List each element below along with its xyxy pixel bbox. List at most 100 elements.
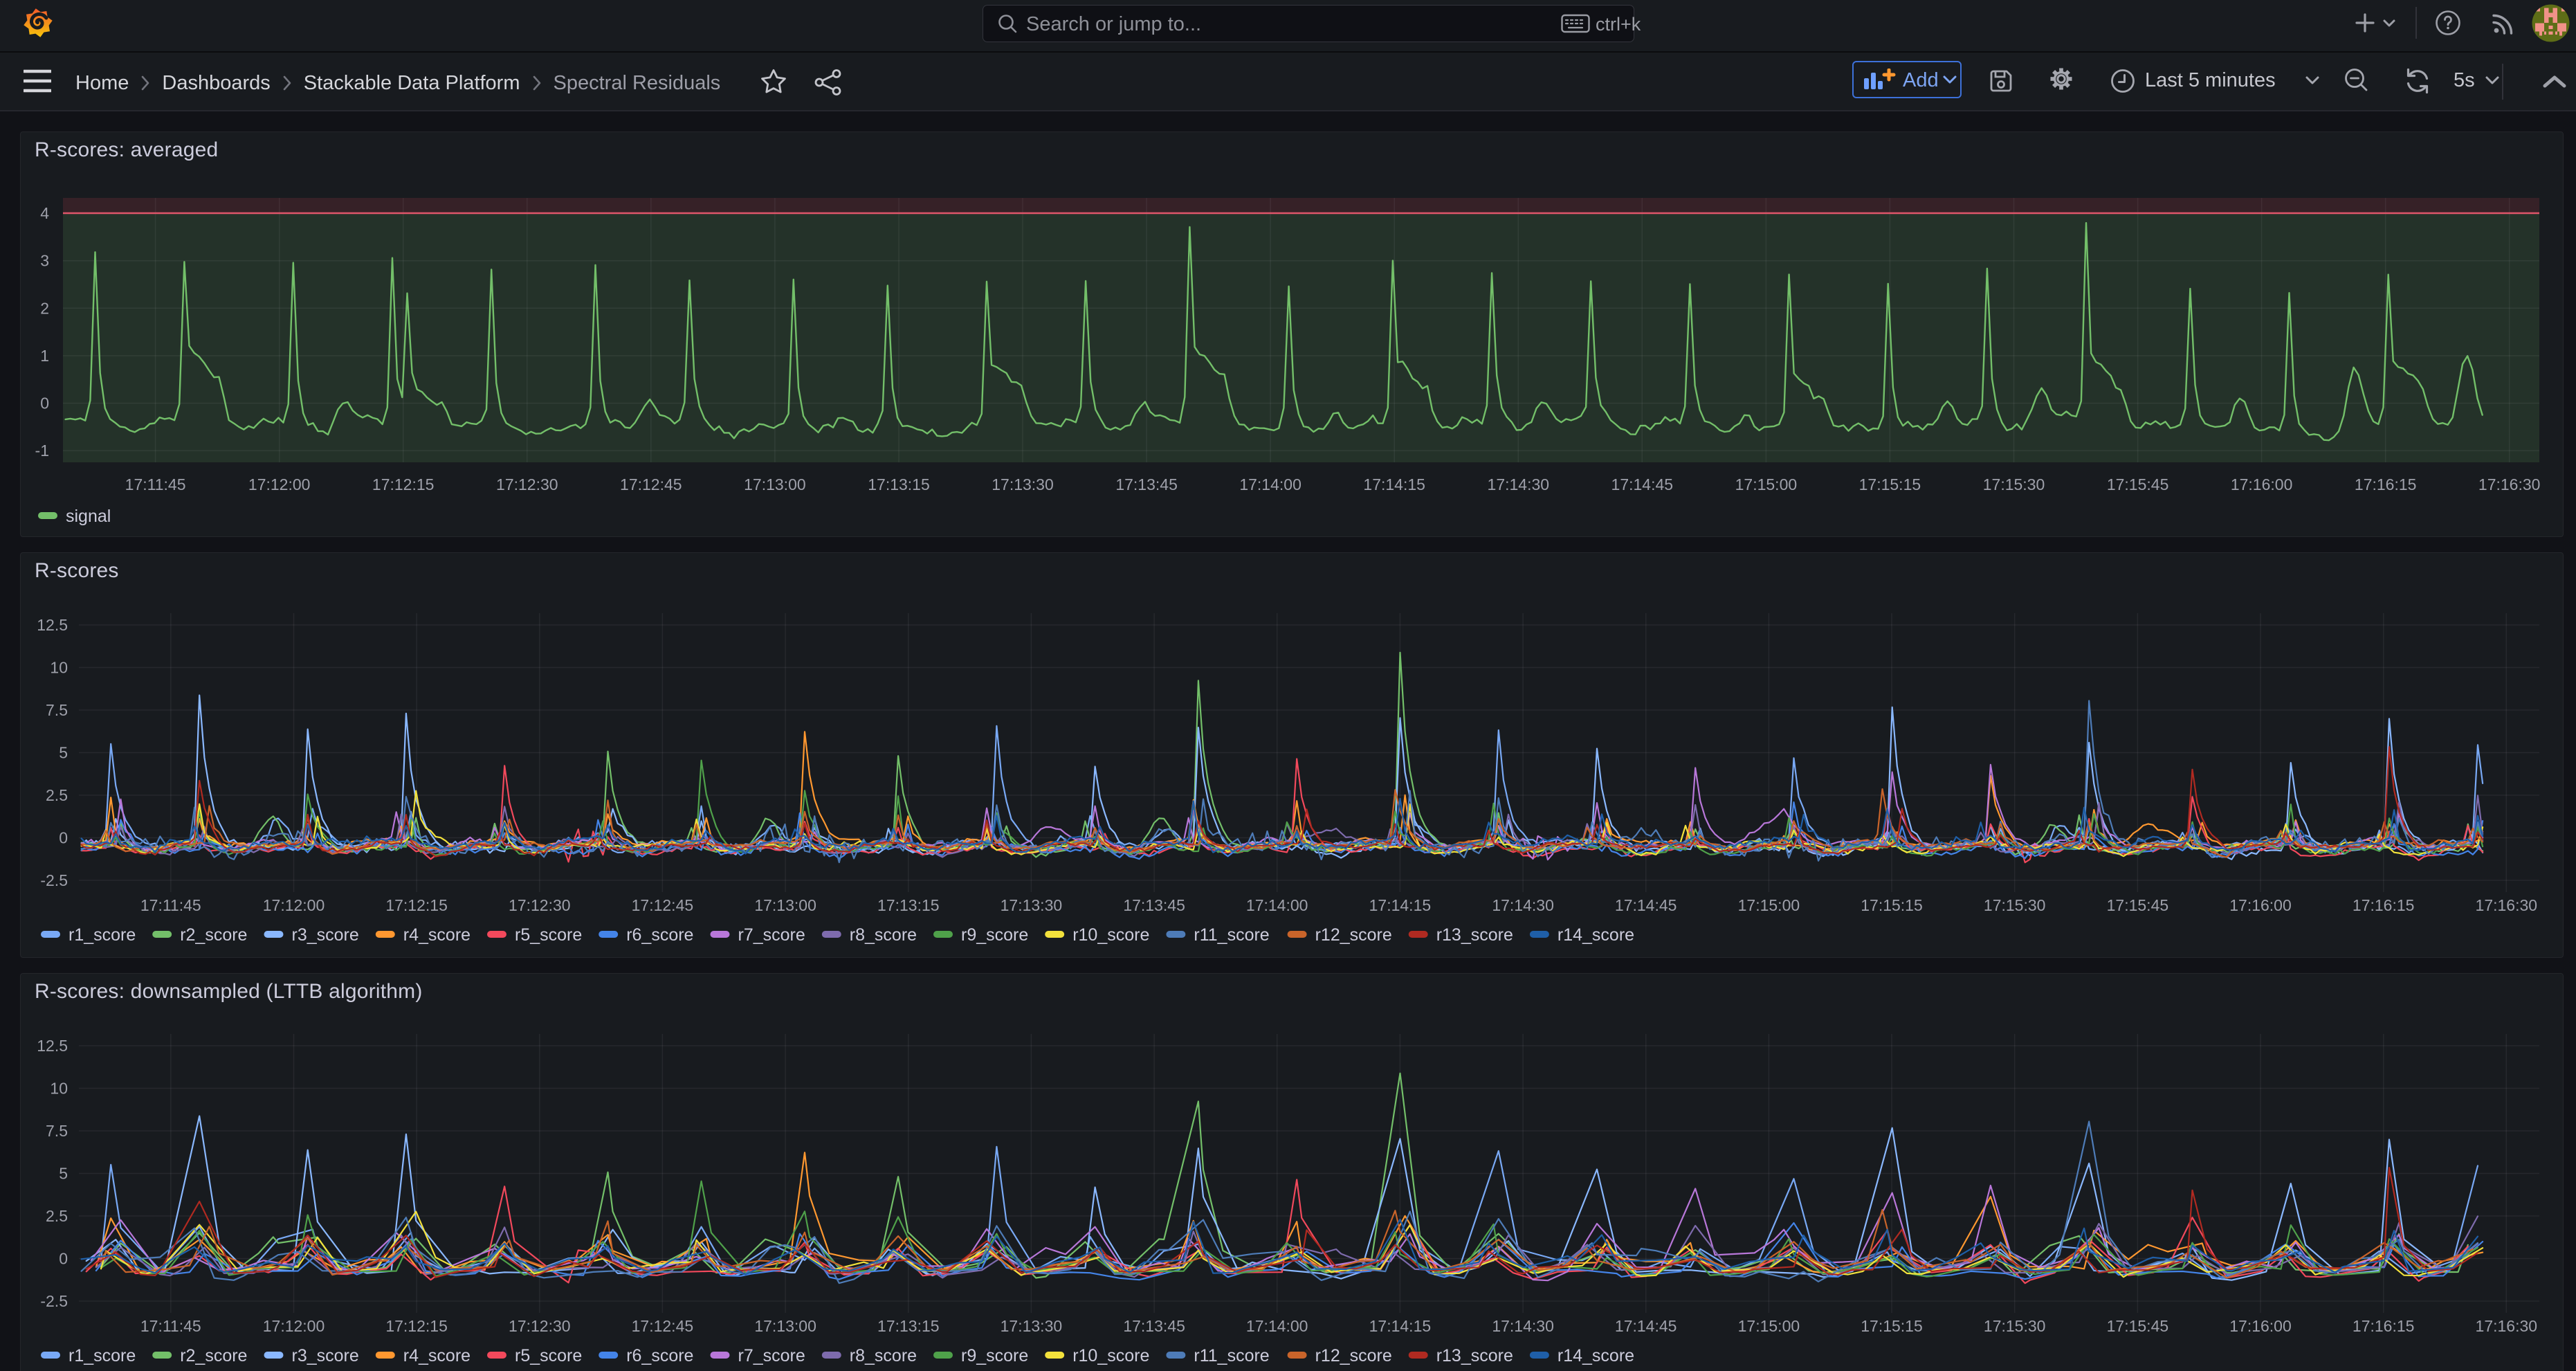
svg-text:17:12:15: 17:12:15 [385, 1317, 448, 1335]
svg-text:r8_score: r8_score [850, 1346, 917, 1365]
svg-text:r4_score: r4_score [403, 925, 471, 945]
svg-text:r9_score: r9_score [961, 925, 1028, 945]
svg-text:r11_score: r11_score [1194, 925, 1269, 945]
svg-text:r14_score: r14_score [1558, 1346, 1634, 1365]
svg-text:0: 0 [59, 1250, 68, 1268]
svg-text:r7_score: r7_score [738, 1346, 805, 1365]
svg-text:r12_score: r12_score [1315, 925, 1392, 945]
svg-text:r2_score: r2_score [180, 925, 247, 945]
svg-text:r14_score: r14_score [1558, 925, 1634, 945]
svg-text:17:15:15: 17:15:15 [1859, 475, 1921, 493]
svg-text:17:14:15: 17:14:15 [1369, 1317, 1432, 1335]
svg-text:17:14:30: 17:14:30 [1488, 475, 1550, 493]
svg-text:17:14:30: 17:14:30 [1492, 896, 1554, 914]
svg-text:17:15:15: 17:15:15 [1861, 1317, 1923, 1335]
svg-text:10: 10 [50, 1080, 68, 1098]
svg-text:17:13:30: 17:13:30 [992, 475, 1054, 493]
svg-text:17:11:45: 17:11:45 [140, 1317, 201, 1335]
svg-text:17:14:15: 17:14:15 [1363, 475, 1425, 493]
svg-text:17:14:30: 17:14:30 [1492, 1317, 1554, 1335]
svg-text:17:15:45: 17:15:45 [2107, 475, 2169, 493]
svg-text:17:16:00: 17:16:00 [2229, 896, 2292, 914]
svg-text:17:11:45: 17:11:45 [125, 475, 186, 493]
svg-text:12.5: 12.5 [37, 1037, 68, 1055]
svg-text:17:15:45: 17:15:45 [2107, 1317, 2169, 1335]
svg-text:17:13:30: 17:13:30 [1001, 896, 1063, 914]
svg-text:17:13:15: 17:13:15 [868, 475, 930, 493]
svg-text:17:14:00: 17:14:00 [1239, 475, 1301, 493]
svg-text:17:12:30: 17:12:30 [496, 475, 558, 493]
svg-text:17:16:30: 17:16:30 [2476, 896, 2538, 914]
svg-text:17:12:00: 17:12:00 [248, 475, 311, 493]
svg-text:17:12:45: 17:12:45 [632, 896, 694, 914]
svg-text:r6_score: r6_score [626, 925, 693, 945]
svg-text:4: 4 [40, 204, 49, 222]
svg-text:17:14:15: 17:14:15 [1369, 896, 1432, 914]
svg-text:r3_score: r3_score [292, 925, 359, 945]
svg-text:r8_score: r8_score [850, 925, 917, 945]
svg-text:17:15:30: 17:15:30 [1984, 896, 2046, 914]
svg-text:r2_score: r2_score [180, 1346, 247, 1365]
svg-text:2.5: 2.5 [46, 1207, 68, 1225]
svg-text:2: 2 [40, 299, 49, 317]
svg-text:17:16:15: 17:16:15 [2353, 1317, 2415, 1335]
svg-text:r12_score: r12_score [1315, 1346, 1392, 1365]
svg-text:17:12:30: 17:12:30 [509, 896, 571, 914]
svg-text:17:15:30: 17:15:30 [1983, 475, 2045, 493]
svg-text:r10_score: r10_score [1072, 1346, 1149, 1365]
svg-text:signal: signal [66, 507, 111, 526]
svg-text:17:14:00: 17:14:00 [1246, 896, 1308, 914]
svg-text:r13_score: r13_score [1436, 1346, 1513, 1365]
svg-text:17:13:45: 17:13:45 [1123, 896, 1185, 914]
svg-text:r10_score: r10_score [1072, 925, 1149, 945]
svg-text:17:14:00: 17:14:00 [1246, 1317, 1308, 1335]
svg-text:17:14:45: 17:14:45 [1615, 1317, 1677, 1335]
svg-text:17:15:00: 17:15:00 [1738, 1317, 1800, 1335]
svg-text:17:15:00: 17:15:00 [1735, 475, 1798, 493]
svg-text:17:13:30: 17:13:30 [1001, 1317, 1063, 1335]
svg-text:17:16:00: 17:16:00 [2231, 475, 2293, 493]
svg-text:r5_score: r5_score [515, 1346, 582, 1365]
svg-text:17:11:45: 17:11:45 [140, 896, 201, 914]
svg-text:r7_score: r7_score [738, 925, 805, 945]
svg-text:r1_score: r1_score [68, 1346, 136, 1365]
svg-text:7.5: 7.5 [46, 701, 68, 719]
svg-text:17:14:45: 17:14:45 [1611, 475, 1674, 493]
svg-text:17:13:15: 17:13:15 [877, 1317, 940, 1335]
svg-text:17:15:15: 17:15:15 [1861, 896, 1923, 914]
svg-text:17:12:45: 17:12:45 [632, 1317, 694, 1335]
svg-text:17:12:00: 17:12:00 [263, 1317, 325, 1335]
svg-text:0: 0 [59, 829, 68, 847]
svg-text:r13_score: r13_score [1436, 925, 1513, 945]
svg-text:0: 0 [40, 394, 49, 412]
svg-text:17:12:45: 17:12:45 [620, 475, 682, 493]
svg-text:r3_score: r3_score [292, 1346, 359, 1365]
svg-text:17:15:45: 17:15:45 [2107, 896, 2169, 914]
svg-text:r6_score: r6_score [626, 1346, 693, 1365]
svg-text:r9_score: r9_score [961, 1346, 1028, 1365]
svg-text:17:15:00: 17:15:00 [1738, 896, 1800, 914]
svg-text:17:16:15: 17:16:15 [2353, 896, 2415, 914]
svg-text:1: 1 [40, 347, 49, 365]
svg-text:17:16:30: 17:16:30 [2478, 475, 2541, 493]
svg-text:r5_score: r5_score [515, 925, 582, 945]
svg-text:17:13:00: 17:13:00 [754, 896, 816, 914]
svg-text:5: 5 [59, 744, 68, 762]
svg-text:17:13:45: 17:13:45 [1115, 475, 1178, 493]
svg-text:17:13:45: 17:13:45 [1123, 1317, 1185, 1335]
svg-text:17:14:45: 17:14:45 [1615, 896, 1677, 914]
svg-text:17:12:15: 17:12:15 [372, 475, 435, 493]
svg-text:17:13:00: 17:13:00 [744, 475, 806, 493]
svg-text:17:16:30: 17:16:30 [2476, 1317, 2538, 1335]
svg-text:17:15:30: 17:15:30 [1984, 1317, 2046, 1335]
svg-text:17:12:15: 17:12:15 [385, 896, 448, 914]
svg-text:17:13:15: 17:13:15 [877, 896, 940, 914]
svg-text:r4_score: r4_score [403, 1346, 471, 1365]
svg-text:17:16:15: 17:16:15 [2355, 475, 2417, 493]
svg-text:17:13:00: 17:13:00 [754, 1317, 816, 1335]
svg-text:-2.5: -2.5 [40, 1292, 68, 1310]
svg-text:-1: -1 [35, 442, 49, 460]
svg-text:17:16:00: 17:16:00 [2229, 1317, 2292, 1335]
svg-text:r11_score: r11_score [1194, 1346, 1269, 1365]
svg-text:12.5: 12.5 [37, 616, 68, 634]
